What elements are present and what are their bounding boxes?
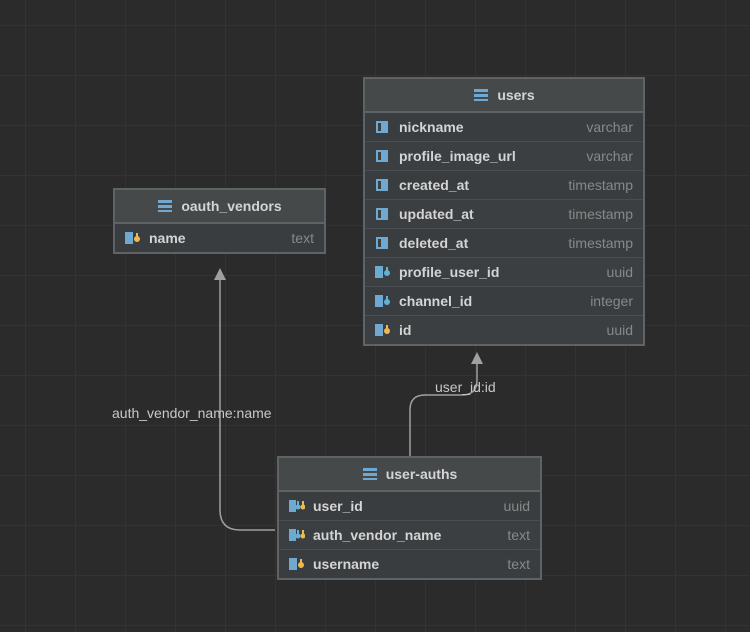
column-type: text xyxy=(291,230,314,246)
column-name: nickname xyxy=(399,119,580,135)
column-row[interactable]: profile_user_id uuid xyxy=(365,258,643,287)
column-row[interactable]: updated_at timestamp xyxy=(365,200,643,229)
column-type: timestamp xyxy=(568,177,633,193)
column-name: auth_vendor_name xyxy=(313,527,501,543)
column-type: integer xyxy=(590,293,633,309)
table-title: user-auths xyxy=(386,466,458,482)
column-row[interactable]: created_at timestamp xyxy=(365,171,643,200)
column-icon xyxy=(375,118,393,136)
column-icon xyxy=(375,234,393,252)
column-type: uuid xyxy=(607,322,633,338)
column-icon xyxy=(375,205,393,223)
column-type: text xyxy=(507,556,530,572)
column-icon xyxy=(375,147,393,165)
column-name: profile_user_id xyxy=(399,264,601,280)
column-name: name xyxy=(149,230,285,246)
fk-icon xyxy=(375,263,393,281)
pk-icon xyxy=(125,229,143,247)
column-row[interactable]: username text xyxy=(279,550,540,578)
fkpk-icon xyxy=(289,497,307,515)
table-title: users xyxy=(497,87,534,103)
table-header: oauth_vendors xyxy=(115,190,324,224)
table-oauth-vendors[interactable]: oauth_vendors name text xyxy=(113,188,326,254)
pk-icon xyxy=(375,321,393,339)
relation-label: user_id:id xyxy=(435,379,496,395)
column-name: profile_image_url xyxy=(399,148,580,164)
pk-icon xyxy=(289,555,307,573)
table-users[interactable]: users nickname varchar profile_image_url… xyxy=(363,77,645,346)
table-user-auths[interactable]: user-auths user_id uuid auth_vendor_name… xyxy=(277,456,542,580)
column-name: updated_at xyxy=(399,206,562,222)
column-type: varchar xyxy=(586,119,633,135)
fk-icon xyxy=(375,292,393,310)
column-name: channel_id xyxy=(399,293,584,309)
column-type: text xyxy=(507,527,530,543)
table-icon xyxy=(473,86,491,104)
column-row[interactable]: id uuid xyxy=(365,316,643,344)
column-row[interactable]: auth_vendor_name text xyxy=(279,521,540,550)
column-name: user_id xyxy=(313,498,498,514)
column-type: uuid xyxy=(607,264,633,280)
column-row[interactable]: name text xyxy=(115,224,324,252)
table-header: users xyxy=(365,79,643,113)
column-icon xyxy=(375,176,393,194)
fkpk-icon xyxy=(289,526,307,544)
column-type: timestamp xyxy=(568,206,633,222)
column-name: username xyxy=(313,556,501,572)
diagram-canvas[interactable]: oauth_vendors name text users nickname v… xyxy=(0,0,750,632)
column-row[interactable]: deleted_at timestamp xyxy=(365,229,643,258)
relation-label: auth_vendor_name:name xyxy=(112,405,272,421)
column-type: varchar xyxy=(586,148,633,164)
table-header: user-auths xyxy=(279,458,540,492)
column-type: timestamp xyxy=(568,235,633,251)
column-name: id xyxy=(399,322,601,338)
column-row[interactable]: channel_id integer xyxy=(365,287,643,316)
table-icon xyxy=(362,465,380,483)
column-type: uuid xyxy=(504,498,530,514)
column-row[interactable]: profile_image_url varchar xyxy=(365,142,643,171)
table-icon xyxy=(157,197,175,215)
column-row[interactable]: nickname varchar xyxy=(365,113,643,142)
column-name: created_at xyxy=(399,177,562,193)
table-title: oauth_vendors xyxy=(181,198,281,214)
column-row[interactable]: user_id uuid xyxy=(279,492,540,521)
column-name: deleted_at xyxy=(399,235,562,251)
